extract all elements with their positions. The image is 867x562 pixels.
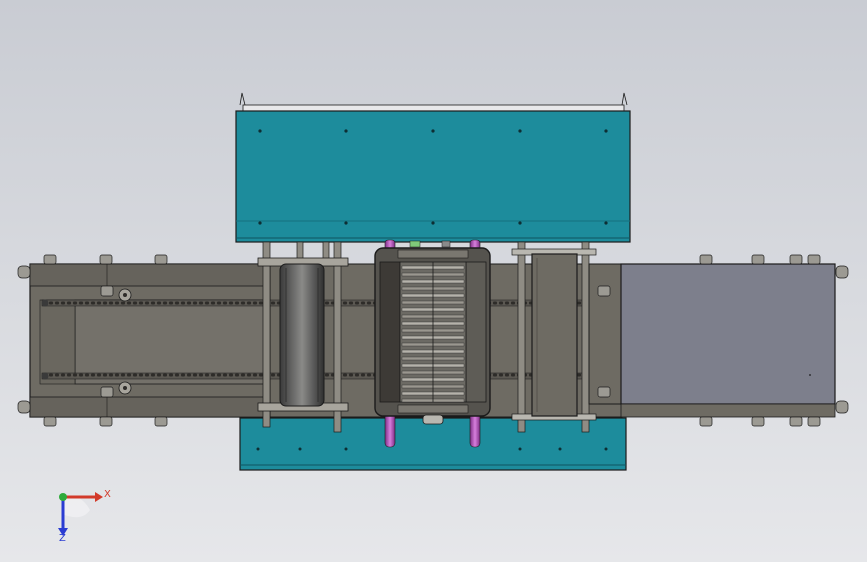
cutting-head xyxy=(374,247,491,425)
z-axis-label: Z xyxy=(59,533,66,544)
upper-frame-panel xyxy=(235,92,631,243)
machine-drawing: X Z xyxy=(17,92,849,544)
cad-viewport[interactable]: X Z xyxy=(0,0,867,562)
lower-frame-panel xyxy=(239,417,627,471)
lower-chain xyxy=(41,372,273,380)
left-conveyor xyxy=(17,254,273,427)
y-axis-indicator xyxy=(59,493,67,501)
right-conveyor xyxy=(588,254,849,427)
upper-chain xyxy=(41,299,273,307)
x-axis-label: X xyxy=(104,489,111,500)
x-axis-arrowhead xyxy=(95,492,103,502)
axis-triad: X Z xyxy=(58,489,111,544)
